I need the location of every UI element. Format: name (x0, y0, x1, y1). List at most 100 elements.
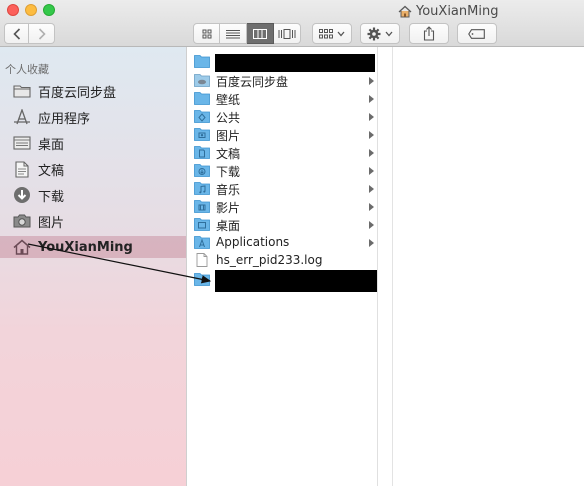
sidebar-item-documents[interactable]: 文稿 (0, 158, 186, 180)
share-icon (423, 26, 435, 41)
close-window-button[interactable] (7, 4, 19, 16)
list-view-icon (226, 29, 240, 38)
forward-button[interactable] (29, 23, 55, 44)
disclosure-arrow-icon (369, 95, 374, 103)
arrange-grid-icon (319, 28, 333, 38)
cloud-folder-icon (194, 74, 210, 87)
list-item[interactable]: 文稿 (188, 144, 377, 162)
sidebar-item-label: 图片 (38, 215, 65, 231)
icon-view-icon (202, 29, 211, 38)
list-item[interactable]: 桌面 (188, 216, 377, 234)
movies-folder-icon (194, 200, 210, 213)
item-name: 影片 (216, 201, 241, 215)
sidebar-item-downloads[interactable]: 下载 (0, 184, 186, 206)
share-button[interactable] (409, 23, 449, 44)
pictures-folder-icon (194, 128, 210, 141)
view-mode-control (193, 23, 301, 44)
item-name: 图片 (216, 129, 241, 143)
sidebar: 个人收藏 百度云同步盘 应用程序 桌面 文稿 下载 图片 YouXianMing (0, 47, 187, 486)
public-folder-icon (194, 110, 210, 123)
item-name: hs_err_pid233.log (216, 253, 323, 267)
item-name: 壁纸 (216, 93, 241, 107)
window-toolbar: YouXianMing (0, 0, 584, 47)
item-name: 文稿 (216, 147, 241, 161)
sidebar-item-home[interactable]: YouXianMing (0, 236, 186, 258)
downloads-folder-icon (194, 164, 210, 177)
list-item[interactable]: 壁纸 (188, 90, 377, 108)
item-name: 百度云同步盘 (216, 75, 289, 89)
documents-icon (11, 159, 33, 179)
item-name: 音乐 (216, 183, 241, 197)
edit-tags-button[interactable] (457, 23, 497, 44)
folder-icon (194, 273, 210, 286)
column-view-button[interactable] (247, 23, 274, 44)
folder-icon (194, 55, 210, 68)
sidebar-item-baidu-sync[interactable]: 百度云同步盘 (0, 80, 186, 102)
minimize-window-button[interactable] (25, 4, 37, 16)
disclosure-arrow-icon (369, 203, 374, 211)
zoom-window-button[interactable] (43, 4, 55, 16)
list-item[interactable]: 影片 (188, 198, 377, 216)
sidebar-item-label: 文稿 (38, 163, 65, 179)
item-name: 下载 (216, 165, 241, 179)
sidebar-item-label: YouXianMing (38, 239, 133, 255)
list-item[interactable]: 音乐 (188, 180, 377, 198)
camera-icon (11, 211, 33, 231)
list-item[interactable]: 图片 (188, 126, 377, 144)
tag-icon (468, 28, 485, 39)
folder-icon (11, 81, 33, 101)
back-button[interactable] (4, 23, 29, 44)
home-icon (398, 5, 412, 17)
cover-flow-button[interactable] (274, 23, 301, 44)
column-view-icon (253, 28, 267, 39)
sidebar-section-favorites: 个人收藏 (5, 63, 49, 76)
home-icon (11, 237, 33, 257)
item-name: 公共 (216, 111, 241, 125)
disclosure-arrow-icon (369, 239, 374, 247)
redaction-box (215, 270, 377, 292)
redaction-box (215, 54, 375, 72)
list-view-button[interactable] (220, 23, 247, 44)
gear-icon (367, 27, 381, 40)
sidebar-item-label: 百度云同步盘 (38, 85, 117, 101)
list-item[interactable]: Applications (188, 234, 377, 252)
desktop-folder-icon (194, 218, 210, 231)
sidebar-item-pictures[interactable]: 图片 (0, 210, 186, 232)
desktop-icon (11, 133, 33, 153)
window-title-text: YouXianMing (416, 3, 499, 19)
folder-icon (194, 92, 210, 105)
chevron-down-icon (337, 31, 345, 36)
chevron-right-icon (38, 27, 46, 40)
browser-column-home: 百度云同步盘 壁纸 公共 图片 文稿 下载 音乐 影片 桌面 Applicati… (188, 47, 378, 486)
list-item[interactable]: 公共 (188, 108, 377, 126)
list-item[interactable]: 下载 (188, 162, 377, 180)
sidebar-item-label: 桌面 (38, 137, 65, 153)
disclosure-arrow-icon (369, 149, 374, 157)
documents-folder-icon (194, 146, 210, 159)
disclosure-arrow-icon (369, 167, 374, 175)
browser-column-spacer (378, 47, 393, 486)
disclosure-arrow-icon (369, 113, 374, 121)
sidebar-item-desktop[interactable]: 桌面 (0, 132, 186, 154)
list-item[interactable]: 百度云同步盘 (188, 72, 377, 90)
item-name: Applications (216, 235, 290, 249)
disclosure-arrow-icon (369, 221, 374, 229)
applications-folder-icon (194, 236, 210, 249)
icon-view-button[interactable] (193, 23, 220, 44)
disclosure-arrow-icon (369, 77, 374, 85)
applications-icon (11, 107, 33, 127)
window-title: YouXianMing (398, 3, 498, 19)
action-button[interactable] (360, 23, 400, 44)
browser-column-empty (393, 47, 584, 486)
chevron-down-icon (385, 31, 393, 36)
sidebar-item-label: 应用程序 (38, 111, 91, 127)
item-name: 桌面 (216, 219, 241, 233)
document-icon (196, 253, 208, 267)
cover-flow-icon (278, 28, 296, 39)
sidebar-item-applications[interactable]: 应用程序 (0, 106, 186, 128)
music-folder-icon (194, 182, 210, 195)
downloads-icon (11, 185, 33, 205)
arrange-button[interactable] (312, 23, 352, 44)
disclosure-arrow-icon (369, 131, 374, 139)
list-item[interactable]: hs_err_pid233.log (188, 252, 377, 270)
